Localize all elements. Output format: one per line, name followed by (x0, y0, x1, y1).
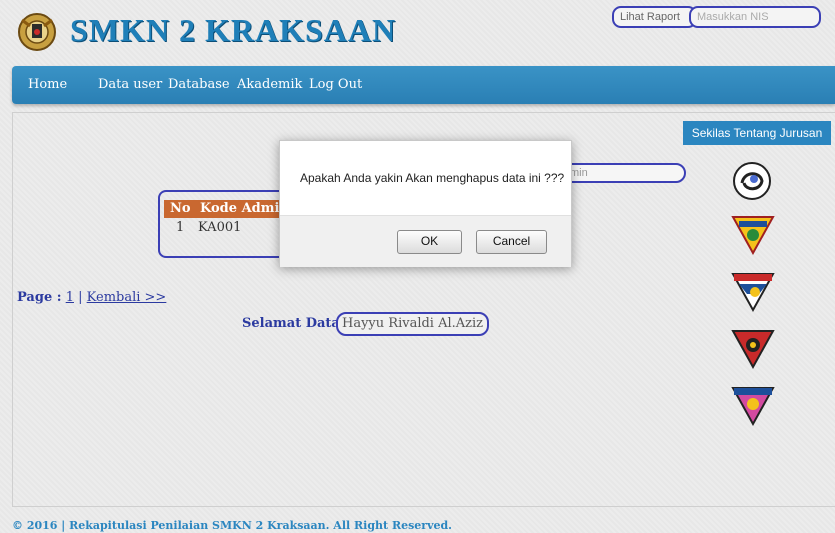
department-badge-1-icon[interactable] (732, 161, 772, 201)
nav-database[interactable]: Database (168, 77, 230, 92)
main-nav: Home Data user Database Akademik Log Out (12, 66, 835, 104)
footer-text: © 2016 | Rekapitulasi Penilaian SMKN 2 K… (12, 519, 452, 532)
pagination: Page : 1 | Kembali >> (17, 290, 166, 305)
page-link-1[interactable]: 1 (66, 290, 74, 305)
pagination-separator: | (78, 290, 83, 305)
view-report-button[interactable]: Lihat Raport (612, 6, 697, 28)
nav-logout[interactable]: Log Out (309, 77, 362, 92)
admin-table: No Kode Admin 1 KA001 (158, 190, 297, 258)
back-link[interactable]: Kembali >> (87, 290, 167, 305)
nav-data-user[interactable]: Data user (98, 77, 162, 92)
ok-button[interactable]: OK (397, 230, 462, 254)
user-name-badge: Hayyu Rivaldi Al.Aziz (336, 312, 490, 336)
department-badge-5-icon[interactable] (731, 384, 775, 428)
header: SMKN 2 KRAKSAAN Lihat Raport Masukkan NI… (0, 0, 835, 60)
dialog-footer: OK Cancel (280, 215, 571, 267)
table-cell-no: 1 (176, 220, 185, 235)
pagination-label: Page : (17, 290, 62, 305)
department-badge-3-icon[interactable] (731, 270, 775, 314)
nav-home[interactable]: Home (28, 77, 67, 92)
cancel-button[interactable]: Cancel (476, 230, 547, 254)
department-badge-4-icon[interactable] (731, 327, 775, 371)
search-input[interactable]: min (560, 163, 686, 183)
dialog-message: Apakah Anda yakin Akan menghapus data in… (300, 171, 565, 185)
department-badge-2-icon[interactable] (731, 213, 775, 257)
nav-akademik[interactable]: Akademik (237, 77, 302, 92)
nis-input[interactable]: Masukkan NIS (689, 6, 821, 28)
sidebar-title[interactable]: Sekilas Tentang Jurusan (683, 121, 831, 145)
table-cell-kode-admin[interactable]: KA001 (198, 220, 241, 235)
school-logo-icon (18, 13, 56, 51)
site-title[interactable]: SMKN 2 KRAKSAAN (70, 12, 396, 49)
table-header-no: No (164, 200, 194, 218)
confirm-dialog: Apakah Anda yakin Akan menghapus data in… (279, 140, 572, 267)
